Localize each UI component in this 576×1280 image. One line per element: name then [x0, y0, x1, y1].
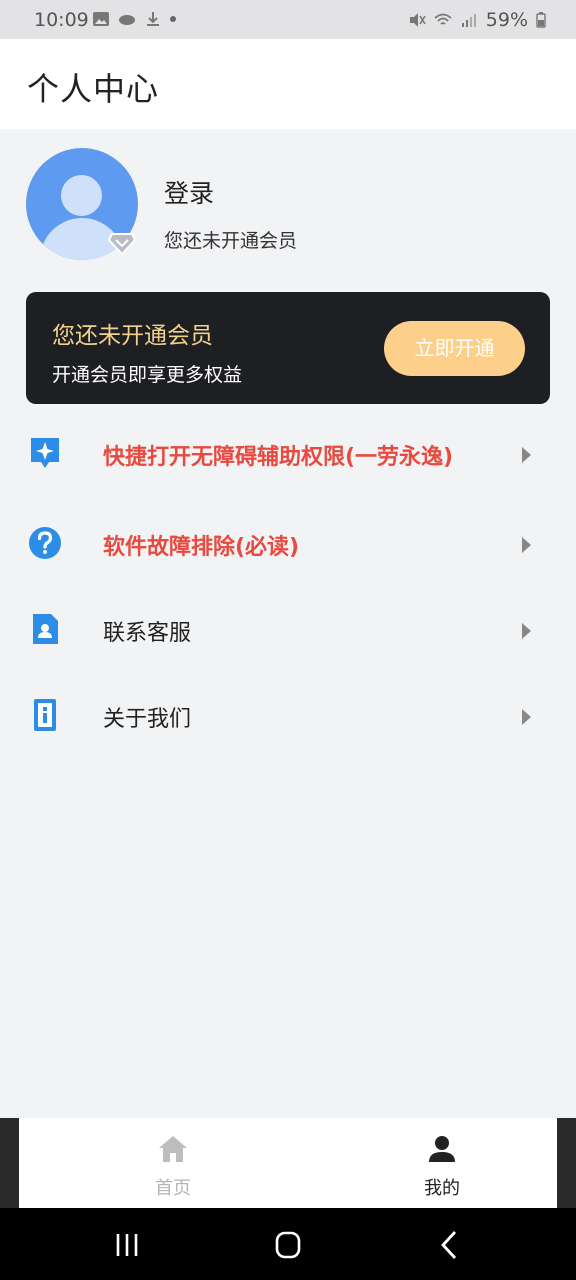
chevron-right-icon: [522, 537, 531, 553]
activate-vip-button[interactable]: 立即开通: [384, 321, 525, 376]
notification-dot-icon: [170, 16, 176, 22]
system-nav-bar: [0, 1208, 576, 1280]
battery-icon: [536, 12, 546, 28]
menu-item-label: 软件故障排除(必读): [103, 535, 300, 560]
tab-home[interactable]: 首页: [93, 1118, 253, 1208]
menu-item-troubleshoot[interactable]: 软件故障排除(必读): [0, 500, 576, 586]
vip-card-subtitle: 开通会员即享更多权益: [52, 364, 243, 386]
contact-card-icon: [33, 614, 58, 644]
bottom-nav-bar: 首页 我的: [19, 1118, 557, 1208]
app-header: 个人中心: [0, 39, 576, 129]
back-icon[interactable]: [430, 1228, 470, 1262]
menu-item-about-us[interactable]: 关于我们: [0, 672, 576, 758]
home-icon: [159, 1136, 187, 1162]
recent-apps-icon[interactable]: [107, 1228, 147, 1262]
menu-item-label: 快捷打开无障碍辅助权限(一劳永逸): [103, 445, 454, 470]
tab-mine[interactable]: 我的: [362, 1118, 522, 1208]
menu-item-label: 关于我们: [103, 707, 192, 732]
bottom-nav: 首页 我的: [0, 1118, 576, 1208]
member-status-text: 您还未开通会员: [164, 230, 298, 252]
user-icon: [429, 1136, 455, 1162]
download-icon: [147, 12, 159, 26]
status-bar: 10:09 59%: [0, 0, 576, 39]
status-time: 10:09: [34, 9, 89, 31]
accessibility-star-icon: [31, 438, 59, 468]
tab-mine-label: 我的: [424, 1178, 460, 1199]
mute-icon: [409, 13, 426, 27]
page-title: 个人中心: [27, 70, 160, 108]
question-circle-icon: [29, 527, 61, 559]
chevron-right-icon: [522, 709, 531, 725]
status-right-icons: 59%: [408, 9, 546, 31]
login-link[interactable]: 登录: [164, 174, 214, 210]
wifi-icon: [434, 13, 452, 25]
home-button-icon[interactable]: [268, 1228, 308, 1262]
tab-home-label: 首页: [155, 1178, 191, 1199]
battery-percent: 59%: [485, 9, 528, 31]
chevron-right-icon: [522, 447, 531, 463]
vip-card: 您还未开通会员 开通会员即享更多权益 立即开通: [26, 292, 550, 404]
avatar-head: [61, 175, 102, 216]
status-left-icons: [92, 11, 176, 27]
signal-icon: [461, 14, 476, 27]
vip-diamond-icon: [108, 233, 136, 256]
info-icon: [34, 699, 56, 731]
menu-item-accessibility[interactable]: 快捷打开无障碍辅助权限(一劳永逸): [0, 410, 576, 496]
cloud-icon: [119, 15, 135, 25]
menu-item-label: 联系客服: [103, 621, 192, 646]
chevron-right-icon: [522, 623, 531, 639]
menu-item-contact-service[interactable]: 联系客服: [0, 586, 576, 672]
vip-card-title: 您还未开通会员: [52, 323, 213, 349]
image-icon: [93, 12, 109, 26]
